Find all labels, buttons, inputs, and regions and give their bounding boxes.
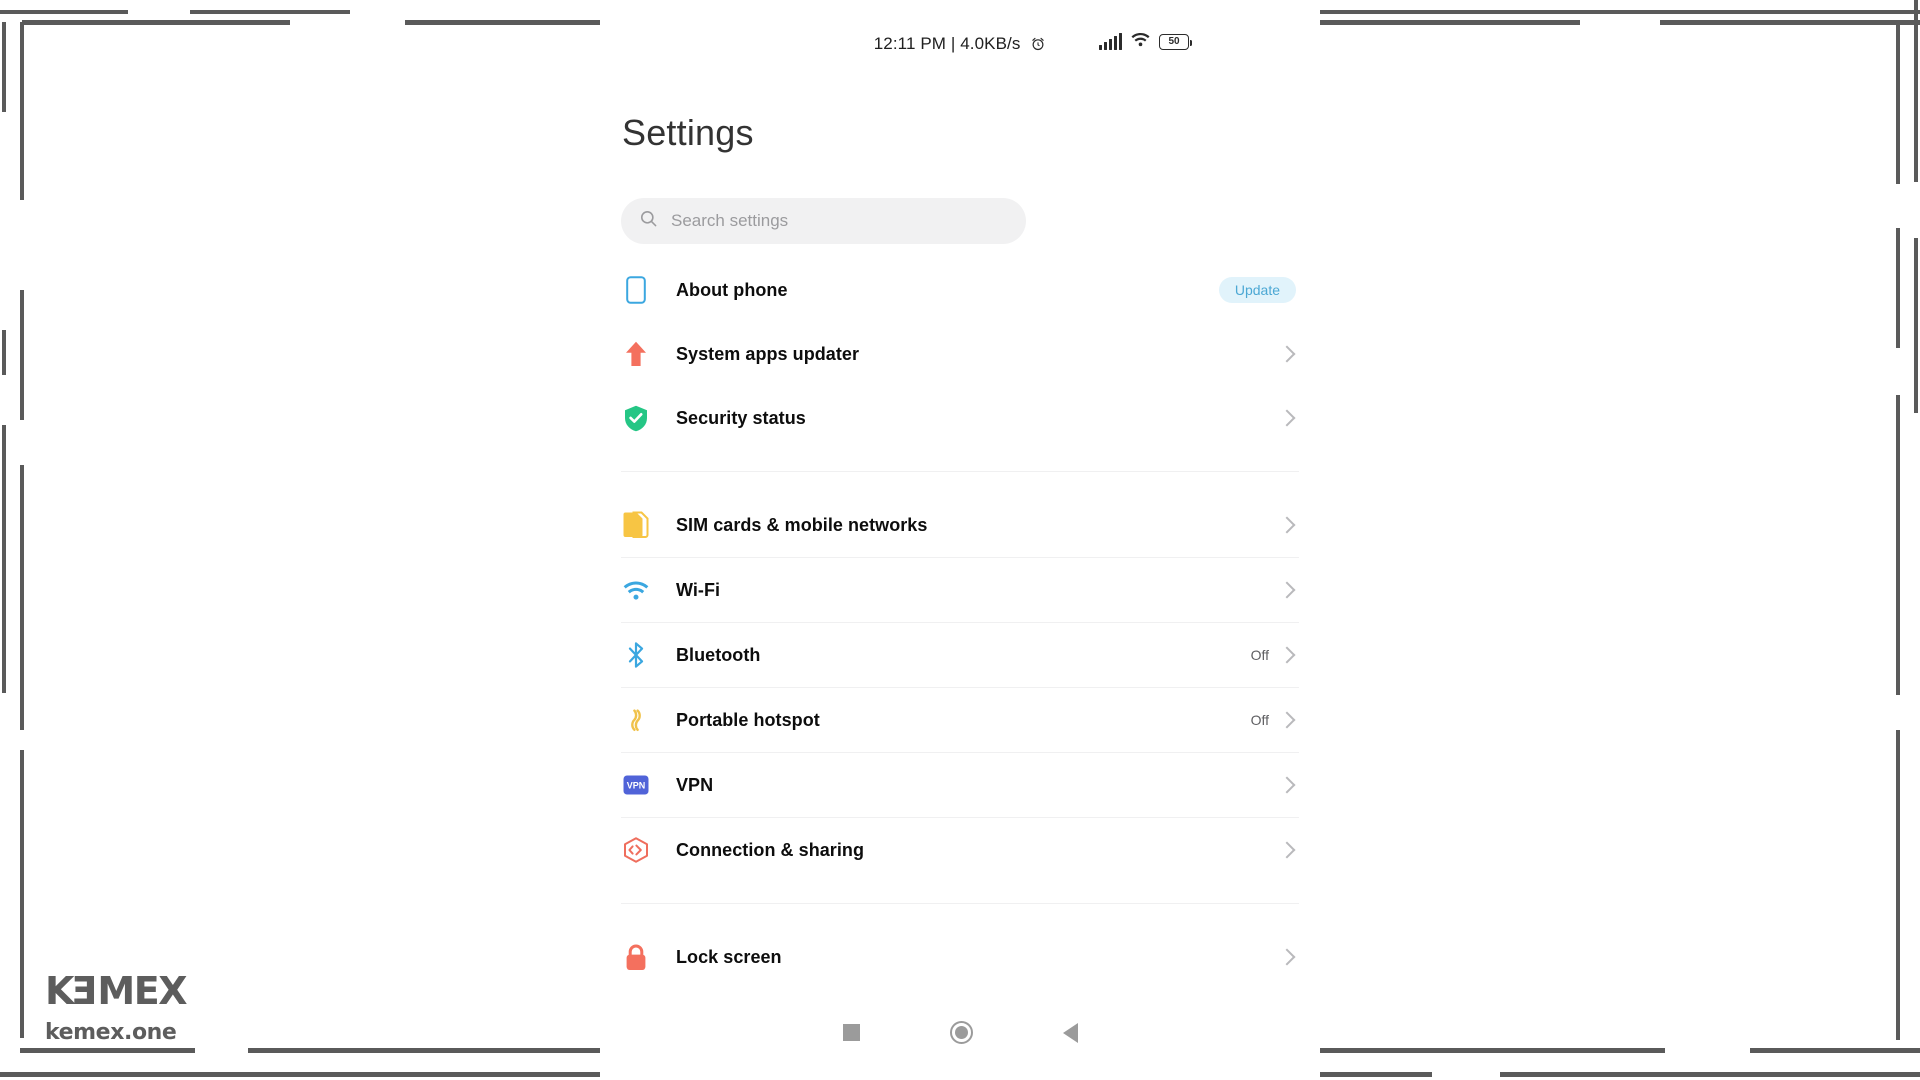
chevron-right-icon [1278,581,1296,599]
group-divider [621,903,1299,904]
frame-decoration [22,20,290,25]
search-input[interactable]: Search settings [621,198,1026,244]
page-title: Settings [622,112,754,153]
settings-row-label: Wi-Fi [676,579,721,600]
settings-row-wifi[interactable]: Wi-Fi [600,558,1320,622]
chevron-right-icon [1278,776,1296,794]
bluetooth-icon [621,640,651,670]
status-bar: 12:11 PM | 4.0KB/s 50 [600,32,1320,62]
settings-row-label: System apps updater [676,343,860,364]
screenshot-root: 12:11 PM | 4.0KB/s 50 Settings Search se… [0,0,1920,1080]
chevron-right-icon [1278,711,1296,729]
settings-row-label: Connection & sharing [676,839,865,860]
status-bar-left: 12:11 PM | 4.0KB/s [600,34,1320,57]
battery-level: 50 [1168,36,1180,47]
connection-sharing-icon [621,835,651,865]
frame-decoration [1500,1072,1920,1077]
settings-row-label: Security status [676,407,806,428]
settings-row-portable-hotspot[interactable]: Portable hotspot Off [600,688,1320,752]
settings-row-sim-cards[interactable]: SIM cards & mobile networks [600,493,1320,557]
lock-icon [621,942,651,972]
phone-screen: 12:11 PM | 4.0KB/s 50 Settings Search se… [600,0,1320,1080]
frame-decoration [20,290,24,420]
frame-decoration [1750,1048,1920,1053]
settings-row-label: Bluetooth [676,644,761,665]
watermark-brand: KEMEX [45,969,187,1013]
frame-decoration [20,22,24,200]
settings-row-bluetooth[interactable]: Bluetooth Off [600,623,1320,687]
settings-row-system-apps-updater[interactable]: System apps updater [600,322,1320,386]
frame-decoration [1896,22,1900,184]
navigation-bar [600,1021,1320,1044]
frame-decoration [20,1048,195,1053]
search-icon [639,209,658,233]
frame-decoration [0,10,128,14]
watermark-brand-mex: MEX [97,969,187,1013]
vpn-icon: VPN [621,770,651,800]
frame-decoration [1914,0,1918,182]
watermark-brand-k: K [45,969,74,1013]
home-button[interactable] [949,1021,973,1044]
settings-row-label: About phone [676,279,788,300]
settings-row-label: Lock screen [676,946,782,967]
watermark-domain: kemex.one [45,1020,177,1045]
settings-row-label: Portable hotspot [676,709,820,730]
phone-outline-icon [621,275,651,305]
recents-button[interactable] [842,1024,860,1041]
sim-card-icon [621,510,651,540]
status-bar-right: 50 [1099,32,1192,52]
group-divider [621,471,1299,472]
settings-row-label: SIM cards & mobile networks [676,514,928,535]
watermark-brand-e: E [72,969,98,1013]
settings-row-label: VPN [676,774,714,795]
settings-row-security-status[interactable]: Security status [600,386,1320,450]
chevron-right-icon [1278,409,1296,427]
frame-decoration [2,425,6,693]
cellular-signal-icon [1099,33,1122,50]
chevron-right-icon [1278,646,1296,664]
status-time-and-speed: 12:11 PM | 4.0KB/s [873,34,1021,53]
settings-row-value: Off [1250,647,1269,663]
up-arrow-icon [621,339,651,369]
svg-text:VPN: VPN [627,781,646,791]
hotspot-icon [621,705,651,735]
frame-decoration [20,750,24,1038]
search-placeholder: Search settings [671,211,789,230]
watermark: KEMEX kemex.one [45,969,187,1045]
settings-list: About phone Update System apps updater S… [600,258,1320,989]
settings-row-value: Off [1250,712,1269,728]
chevron-right-icon [1278,948,1296,966]
wifi-icon [1131,32,1150,52]
settings-row-connection-sharing[interactable]: Connection & sharing [600,818,1320,882]
frame-decoration [2,330,6,375]
chevron-right-icon [1278,841,1296,859]
settings-row-lock-screen[interactable]: Lock screen [600,925,1320,989]
settings-row-vpn[interactable]: VPN VPN [600,753,1320,817]
battery-icon: 50 [1159,34,1192,50]
wifi-icon [621,575,651,605]
back-button[interactable] [1062,1022,1078,1043]
update-badge[interactable]: Update [1218,277,1296,303]
frame-decoration [1660,20,1920,25]
frame-decoration [1914,238,1918,413]
frame-decoration [2,22,6,112]
frame-decoration [190,10,350,14]
settings-row-about-phone[interactable]: About phone Update [600,258,1320,322]
frame-decoration [1896,730,1900,1040]
frame-decoration [20,465,24,730]
chevron-right-icon [1278,516,1296,534]
alarm-clock-icon [1030,36,1046,57]
frame-decoration [1896,228,1900,348]
frame-decoration [1896,395,1900,695]
shield-check-icon [621,403,651,433]
chevron-right-icon [1278,345,1296,363]
